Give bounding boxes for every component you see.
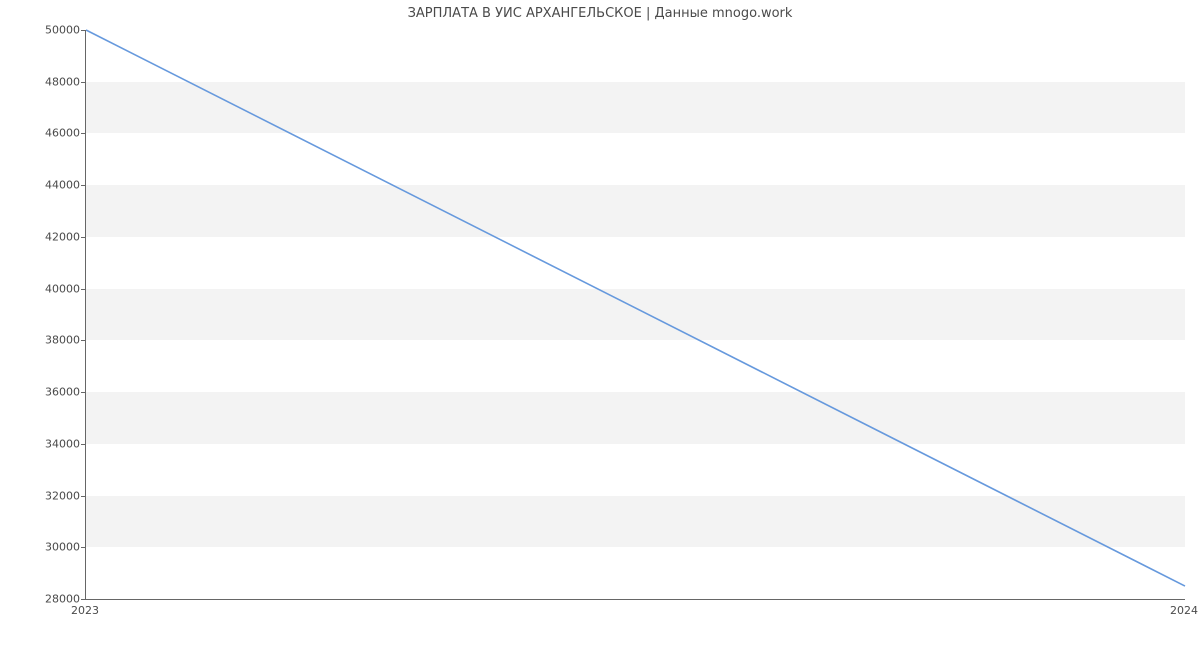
y-tick-mark: [81, 133, 86, 134]
y-tick-mark: [81, 185, 86, 186]
y-tick-label: 48000: [0, 75, 80, 88]
y-tick-label: 28000: [0, 593, 80, 606]
y-tick-mark: [81, 289, 86, 290]
y-tick-label: 38000: [0, 334, 80, 347]
y-tick-mark: [81, 30, 86, 31]
x-tick-label: 2024: [1170, 604, 1198, 617]
y-tick-mark: [81, 82, 86, 83]
y-tick-label: 40000: [0, 282, 80, 295]
y-tick-label: 46000: [0, 127, 80, 140]
data-line: [86, 30, 1185, 586]
y-tick-label: 30000: [0, 541, 80, 554]
y-tick-label: 50000: [0, 24, 80, 37]
chart-title: ЗАРПЛАТА В УИС АРХАНГЕЛЬСКОЕ | Данные mn…: [0, 6, 1200, 21]
y-tick-mark: [81, 599, 86, 600]
y-tick-label: 42000: [0, 230, 80, 243]
y-tick-label: 44000: [0, 179, 80, 192]
y-tick-mark: [81, 340, 86, 341]
y-tick-mark: [81, 444, 86, 445]
y-tick-mark: [81, 547, 86, 548]
y-tick-label: 36000: [0, 386, 80, 399]
line-series: [86, 30, 1185, 599]
chart-container: ЗАРПЛАТА В УИС АРХАНГЕЛЬСКОЕ | Данные mn…: [0, 0, 1200, 650]
y-tick-label: 32000: [0, 489, 80, 502]
y-tick-mark: [81, 496, 86, 497]
y-tick-mark: [81, 392, 86, 393]
plot-area: [85, 30, 1185, 600]
y-tick-label: 34000: [0, 437, 80, 450]
x-tick-label: 2023: [71, 604, 99, 617]
y-tick-mark: [81, 237, 86, 238]
